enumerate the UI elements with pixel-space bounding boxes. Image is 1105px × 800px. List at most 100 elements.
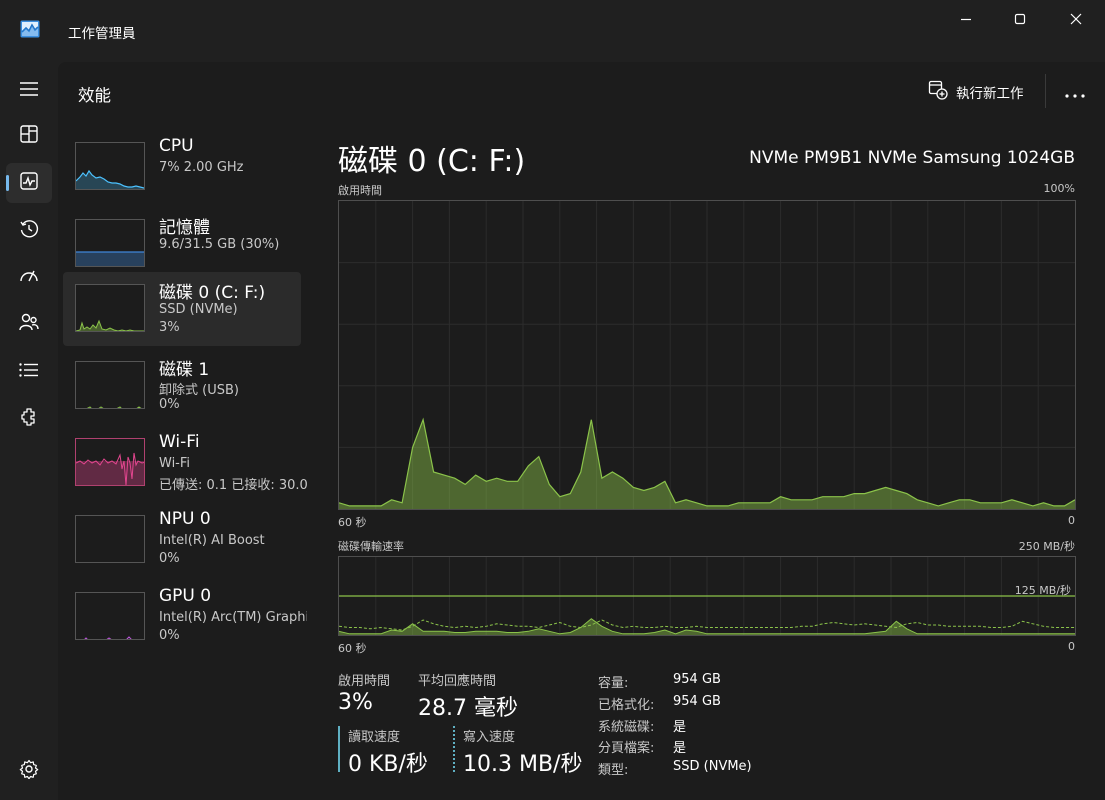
- write-speed-indicator: [453, 726, 455, 772]
- device-usage: 已傳送: 0.1 已接收: 30.0: [159, 478, 307, 493]
- wifi-thumbnail: [75, 438, 145, 486]
- device-detail: Intel(R) Arc(TM) Graphics: [159, 610, 307, 625]
- maximize-button[interactable]: [997, 8, 1043, 30]
- performance-icon: [20, 172, 38, 194]
- active-time-graph-start: 60 秒: [338, 516, 367, 529]
- device-detail: 7% 2.00 GHz: [159, 160, 244, 175]
- device-usage: 3%: [159, 320, 180, 335]
- avg-response-label: 平均回應時間: [418, 674, 497, 689]
- capacity-value: 954 GB: [673, 672, 721, 687]
- transfer-rate-graph-max: 250 MB/秒: [1018, 540, 1075, 553]
- minimize-button[interactable]: [943, 8, 989, 30]
- settings-icon: [19, 759, 39, 783]
- device-name: GPU 0: [159, 586, 212, 606]
- device-item-wifi[interactable]: Wi-Fi Wi-Fi 已傳送: 0.1 已接收: 30.0: [63, 426, 307, 500]
- formatted-value: 954 GB: [673, 694, 721, 709]
- formatted-label: 已格式化:: [598, 698, 655, 713]
- read-speed-indicator: [338, 726, 340, 772]
- read-speed-value: 0 KB/秒: [348, 752, 428, 777]
- minimize-icon: [960, 13, 972, 25]
- hamburger-icon: [20, 81, 38, 100]
- write-speed-value: 10.3 MB/秒: [463, 752, 583, 777]
- app-history-icon: [19, 219, 39, 243]
- header-divider: [1045, 74, 1046, 108]
- page-file-label: 分頁檔案:: [598, 741, 655, 756]
- disk-model: NVMe PM9B1 NVMe Samsung 1024GB: [749, 148, 1075, 168]
- cpu-thumbnail: [75, 142, 145, 190]
- active-time-graph: [338, 200, 1076, 510]
- transfer-rate-mid-label: 125 MB/秒: [1014, 584, 1071, 597]
- run-task-icon: [928, 80, 948, 104]
- processes-icon: [20, 125, 38, 147]
- nav-rail: [0, 62, 58, 800]
- more-options-button[interactable]: [1058, 78, 1092, 106]
- nav-item-performance[interactable]: [6, 163, 52, 203]
- nav-item-processes[interactable]: [6, 116, 52, 156]
- read-speed-label: 讀取速度: [348, 730, 401, 745]
- device-detail: Intel(R) AI Boost: [159, 533, 265, 548]
- nav-item-startup-apps[interactable]: [6, 257, 52, 297]
- nav-item-services[interactable]: [6, 399, 52, 439]
- device-item-memory[interactable]: 記憶體 9.6/31.5 GB (30%): [63, 207, 301, 281]
- task-manager-logo-icon: [20, 20, 40, 38]
- maximize-icon: [1014, 13, 1026, 25]
- transfer-rate-graph: 125 MB/秒: [338, 556, 1076, 636]
- disk-0-thumbnail: [75, 284, 145, 332]
- device-name: NPU 0: [159, 509, 211, 529]
- close-button[interactable]: [1053, 8, 1099, 30]
- nav-menu-button[interactable]: [6, 70, 52, 110]
- active-time-graph-label: 啟用時間: [338, 184, 382, 197]
- content-pane: 效能 執行新工作 CPU 7% 2.00 GHz 記憶體 9.6/31.5 GB…: [58, 62, 1105, 800]
- page-file-value: 是: [673, 741, 687, 756]
- device-name: Wi-Fi: [159, 432, 200, 452]
- run-new-task-button[interactable]: 執行新工作: [928, 78, 1024, 106]
- device-name: 磁碟 0 (C: F:): [159, 283, 266, 303]
- device-item-disk-1[interactable]: 磁碟 1 卸除式 (USB) 0%: [63, 349, 301, 423]
- nav-item-users[interactable]: [6, 304, 52, 344]
- nav-item-details[interactable]: [6, 351, 52, 391]
- npu-0-thumbnail: [75, 515, 145, 563]
- startup-apps-icon: [19, 266, 39, 288]
- device-name: 記憶體: [159, 218, 210, 238]
- transfer-rate-graph-end: 0: [1068, 640, 1075, 653]
- active-time-chart: [339, 201, 1075, 509]
- gpu-0-thumbnail: [75, 592, 145, 640]
- device-name: 磁碟 1: [159, 360, 210, 380]
- title-bar: 工作管理員: [0, 0, 1105, 60]
- type-label: 類型:: [598, 763, 629, 778]
- active-time-label: 啟用時間: [338, 674, 391, 689]
- close-icon: [1070, 13, 1082, 25]
- device-item-disk-0[interactable]: 磁碟 0 (C: F:) SSD (NVMe) 3%: [63, 272, 301, 346]
- nav-item-settings[interactable]: [6, 751, 52, 791]
- type-value: SSD (NVMe): [673, 759, 752, 774]
- active-time-graph-end: 0: [1068, 514, 1075, 527]
- device-detail: 卸除式 (USB): [159, 383, 239, 398]
- system-disk-value: 是: [673, 720, 687, 735]
- device-detail: SSD (NVMe): [159, 302, 238, 317]
- write-speed-label: 寫入速度: [463, 730, 516, 745]
- avg-response-value: 28.7 毫秒: [418, 696, 518, 721]
- transfer-rate-graph-label: 磁碟傳輸速率: [338, 540, 404, 553]
- active-time-graph-max: 100%: [1043, 182, 1075, 195]
- device-list: CPU 7% 2.00 GHz 記憶體 9.6/31.5 GB (30%) 磁碟…: [58, 120, 308, 800]
- device-name: CPU: [159, 136, 194, 156]
- disk-title: 磁碟 0 (C: F:): [338, 144, 526, 179]
- device-item-npu-0[interactable]: NPU 0 Intel(R) AI Boost 0%: [63, 503, 301, 577]
- active-time-value: 3%: [338, 690, 373, 715]
- details-icon: [19, 362, 39, 381]
- device-usage: 0%: [159, 628, 180, 643]
- disk-1-thumbnail: [75, 361, 145, 409]
- capacity-label: 容量:: [598, 676, 629, 691]
- page-header: 效能 執行新工作: [58, 62, 1105, 120]
- device-item-cpu[interactable]: CPU 7% 2.00 GHz: [63, 130, 301, 204]
- system-disk-label: 系統磁碟:: [598, 720, 655, 735]
- device-item-gpu-0[interactable]: GPU 0 Intel(R) Arc(TM) Graphics 0%: [63, 580, 307, 654]
- device-detail: 9.6/31.5 GB (30%): [159, 237, 280, 252]
- device-usage: 0%: [159, 397, 180, 412]
- nav-item-app-history[interactable]: [6, 211, 52, 251]
- device-detail: Wi-Fi: [159, 456, 191, 471]
- run-task-label: 執行新工作: [956, 86, 1024, 102]
- transfer-rate-chart: [339, 557, 1075, 635]
- active-indicator: [6, 175, 9, 191]
- page-title: 效能: [78, 86, 111, 105]
